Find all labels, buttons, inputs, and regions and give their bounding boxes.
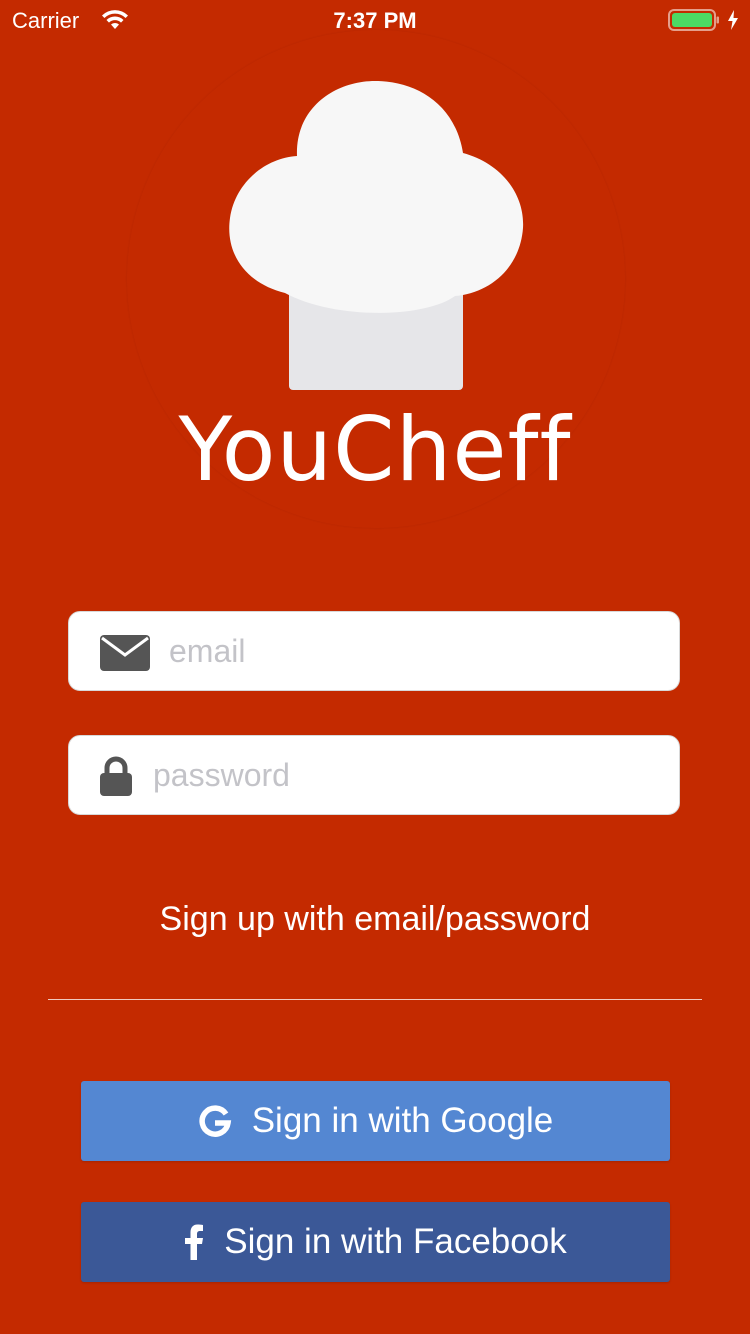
facebook-signin-label: Sign in with Facebook [224, 1222, 567, 1261]
envelope-icon [100, 635, 150, 671]
battery-icon [668, 9, 719, 31]
signup-link[interactable]: Sign up with email/password [0, 900, 750, 939]
password-input[interactable] [153, 736, 669, 814]
lock-icon [100, 756, 132, 796]
google-g-icon [199, 1105, 231, 1137]
password-field[interactable] [68, 735, 680, 815]
google-signin-button[interactable]: Sign in with Google [81, 1081, 670, 1161]
facebook-signin-button[interactable]: Sign in with Facebook [81, 1202, 670, 1282]
app-name: YouCheff [178, 398, 572, 501]
charging-bolt-icon [728, 10, 738, 30]
divider [48, 999, 702, 1000]
chef-hat-icon [229, 81, 524, 390]
facebook-f-icon [185, 1224, 204, 1260]
google-signin-label: Sign in with Google [251, 1101, 554, 1140]
email-input[interactable] [169, 612, 669, 690]
email-field[interactable] [68, 611, 680, 691]
